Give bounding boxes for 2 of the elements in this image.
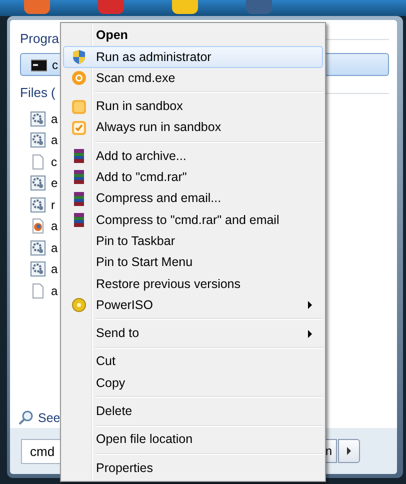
section-heading: Files ( (20, 84, 56, 102)
section-heading: Progra (20, 30, 60, 48)
